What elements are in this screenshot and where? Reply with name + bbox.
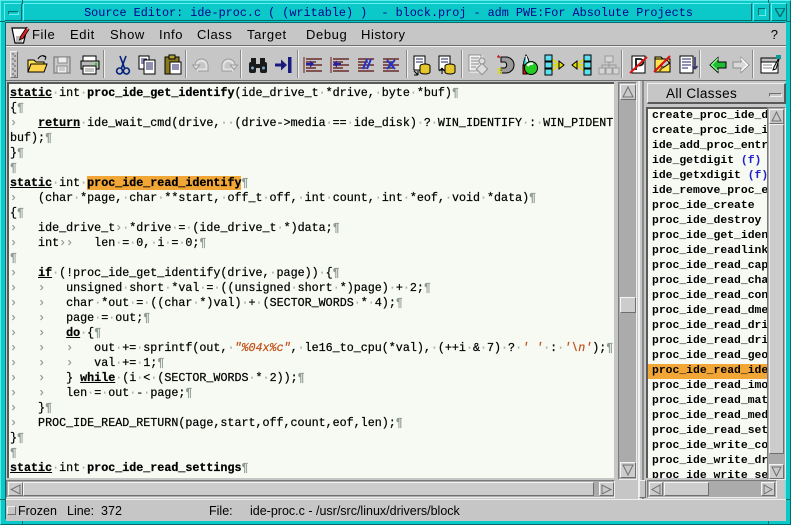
svg-text:*: * [497, 54, 501, 63]
svg-text:S: S [497, 67, 503, 76]
